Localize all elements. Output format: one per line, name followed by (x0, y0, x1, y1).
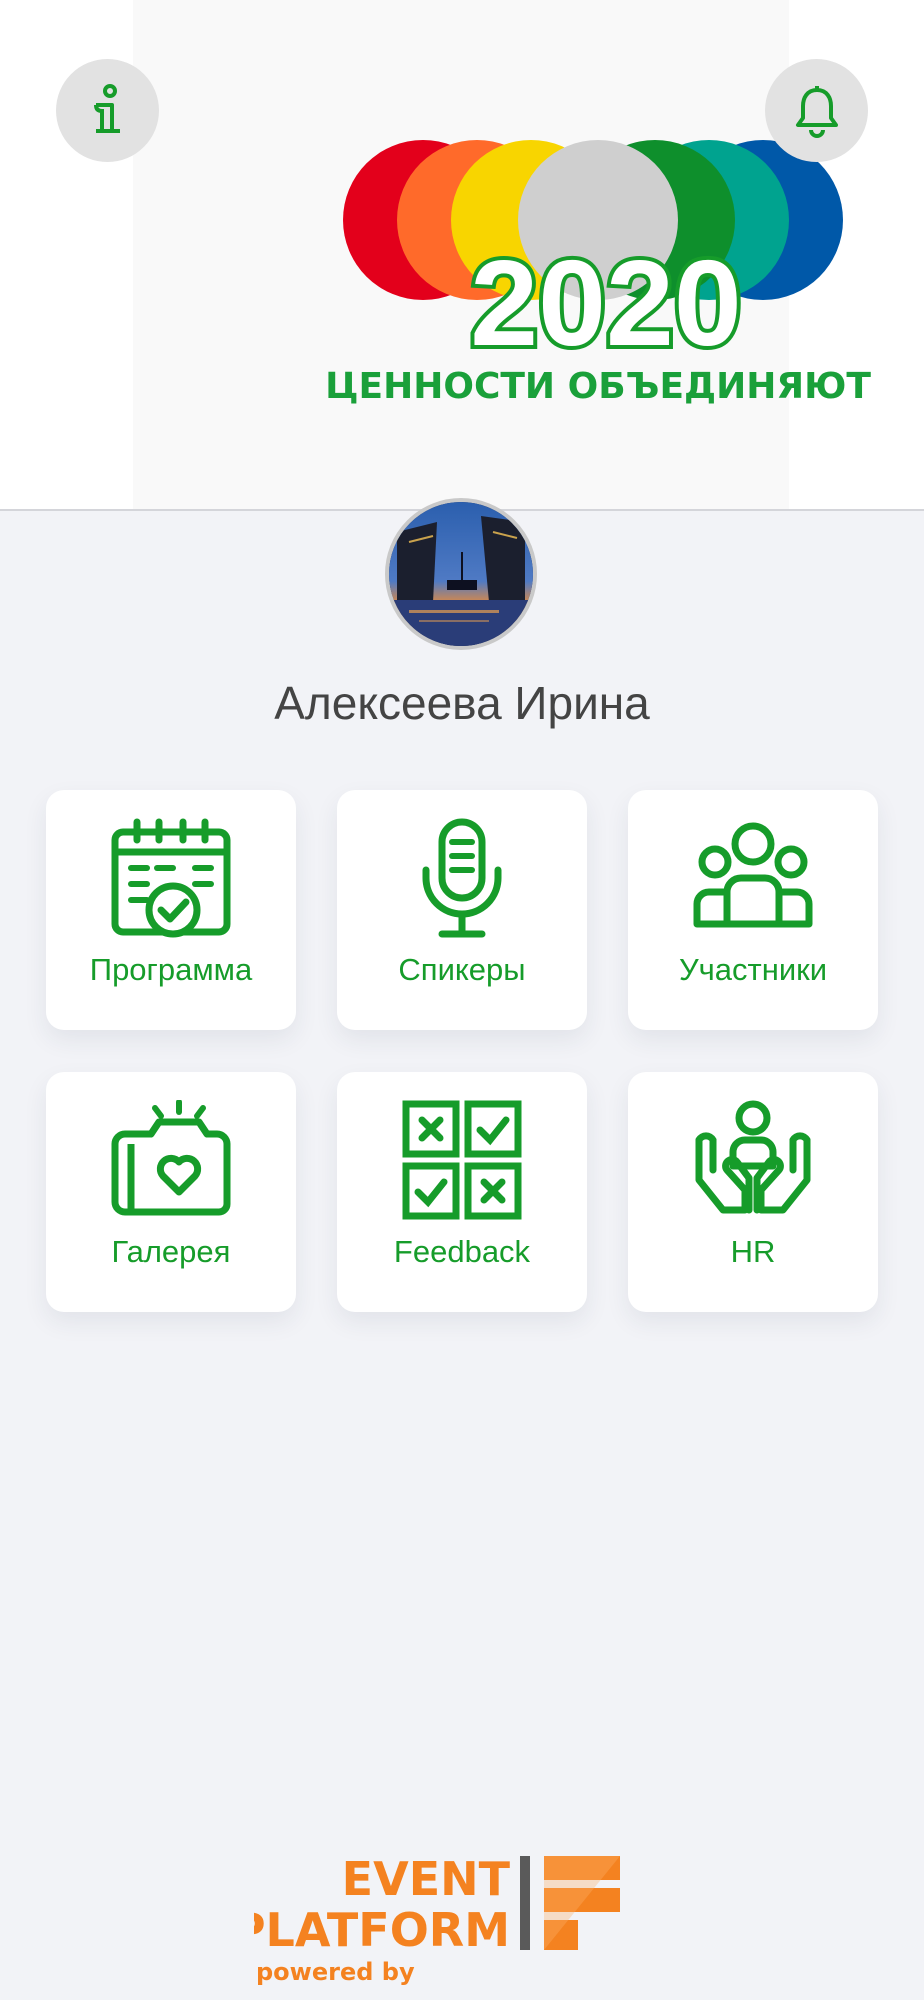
tile-label: Спикеры (398, 952, 526, 987)
notifications-button[interactable] (765, 59, 868, 162)
brand-platform: PLATFORM (254, 1903, 510, 1957)
event-banner: 2020 ЦЕННОСТИ ОБЪЕДИНЯЮТ (133, 0, 871, 509)
event-logo: 2020 ЦЕННОСТИ ОБЪЕДИНЯЮТ (325, 140, 871, 407)
tile-label: Участники (678, 952, 828, 987)
microphone-icon (422, 818, 502, 938)
checklist-grid-icon (402, 1100, 522, 1220)
event-platform-logo: EVENT PLATFORM powered by (254, 1852, 620, 1985)
tile-gallery[interactable]: Галерея (46, 1072, 296, 1312)
powered-by: powered by (256, 1958, 415, 1985)
header: 2020 ЦЕННОСТИ ОБЪЕДИНЯЮТ (0, 0, 924, 511)
bell-icon (795, 85, 838, 138)
avatar[interactable] (385, 498, 537, 650)
info-icon (93, 83, 120, 133)
tile-label: Галерея (111, 1234, 231, 1269)
avatar-photo (389, 502, 533, 646)
user-name: Алексеева Ирина (274, 677, 650, 729)
tile-participants[interactable]: Участники (628, 790, 878, 1030)
calendar-check-icon (111, 818, 231, 938)
people-group-icon (693, 822, 813, 928)
tile-label: Feedback (393, 1234, 531, 1269)
logo-slogan: ЦЕННОСТИ ОБЪЕДИНЯЮТ (325, 366, 871, 407)
brand-event: EVENT (342, 1852, 511, 1906)
tile-label: Программа (89, 952, 253, 987)
tile-feedback[interactable]: Feedback (337, 1072, 587, 1312)
logo-year: 2020 (470, 235, 741, 371)
hands-person-icon (695, 1100, 811, 1214)
info-button[interactable] (56, 59, 159, 162)
tile-program[interactable]: Программа (46, 790, 296, 1030)
tile-hr[interactable]: HR (628, 1072, 878, 1312)
tile-label: HR (730, 1234, 776, 1269)
camera-heart-icon (111, 1100, 231, 1216)
tile-speakers[interactable]: Спикеры (337, 790, 587, 1030)
